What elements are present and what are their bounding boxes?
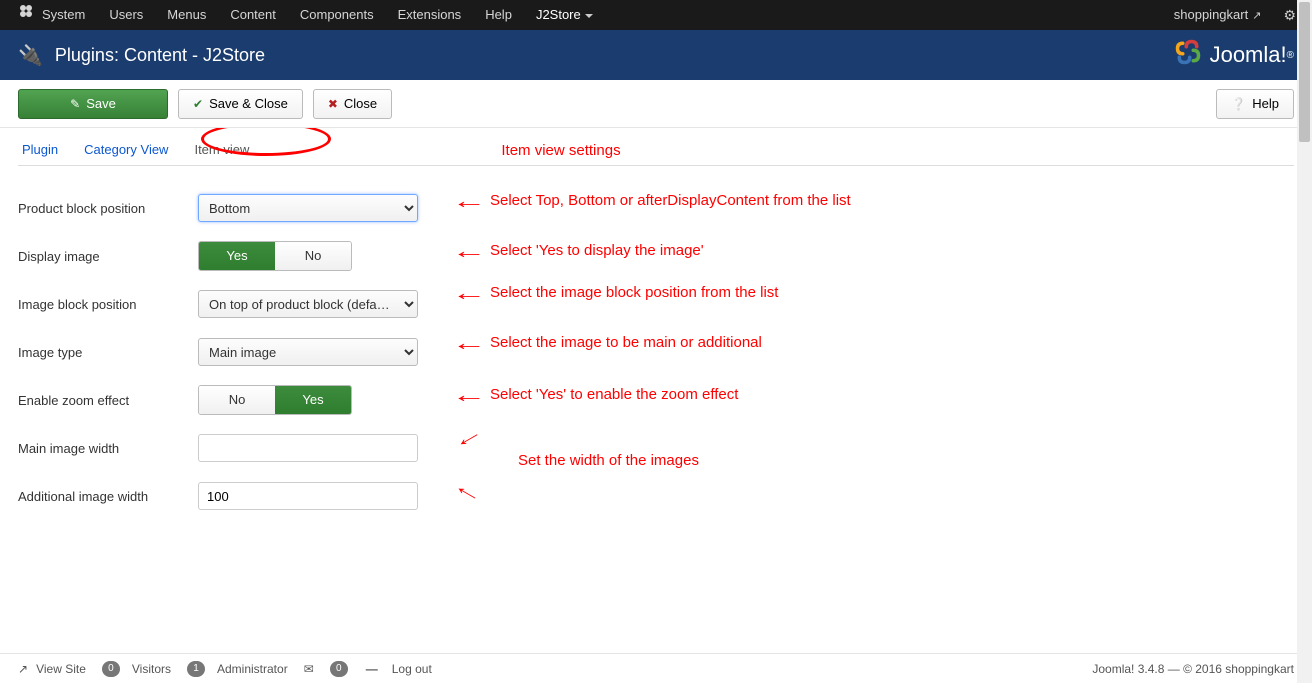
label-image-block-position: Image block position — [18, 297, 198, 312]
menu-menus[interactable]: Menus — [155, 0, 218, 30]
select-image-block-position[interactable]: On top of product block (defa… — [198, 290, 418, 318]
annotation-heading: Item view settings — [501, 142, 620, 165]
plug-icon: 🔌 — [18, 43, 43, 68]
annotation-text: Select the image block position from the… — [490, 284, 778, 301]
footer-info: Joomla! 3.4.8 — © 2016 shoppingkart — [1092, 662, 1294, 676]
menu-users[interactable]: Users — [97, 0, 155, 30]
tab-plugin[interactable]: Plugin — [18, 134, 62, 165]
label-enable-zoom: Enable zoom effect — [18, 393, 198, 408]
arrow-icon: ← — [451, 384, 486, 406]
external-link-icon: ↗ — [18, 662, 28, 676]
view-site-link[interactable]: View Site — [36, 662, 86, 676]
row-image-block-position: Image block position On top of product b… — [18, 280, 1294, 328]
menu-j2store[interactable]: J2Store — [524, 0, 605, 30]
visitors-count: 0 — [102, 661, 120, 677]
page-banner: 🔌 Plugins: Content - J2Store Joomla!® — [0, 30, 1312, 80]
row-enable-zoom: Enable zoom effect NoYes ←Select 'Yes' t… — [18, 376, 1294, 424]
row-display-image: Display image YesNo ←Select 'Yes to disp… — [18, 232, 1294, 280]
tab-category-view[interactable]: Category View — [80, 134, 172, 165]
label-additional-image-width: Additional image width — [18, 489, 198, 504]
tab-bar: Plugin Category View Item view Item view… — [18, 128, 1294, 166]
save-close-button[interactable]: ✔Save & Close — [178, 89, 303, 119]
check-icon: ✔ — [193, 97, 203, 111]
dash-icon: — — [366, 662, 378, 676]
joomla-menu-icon[interactable] — [6, 0, 30, 30]
check-icon: ✎ — [70, 97, 80, 111]
annotation-text: Select Top, Bottom or afterDisplayConten… — [490, 192, 851, 209]
toolbar: ✎Save ✔Save & Close ✖Close ❔Help — [0, 80, 1312, 128]
menu-system[interactable]: System — [30, 0, 97, 30]
toggle-yes[interactable]: Yes — [199, 242, 275, 270]
input-additional-image-width[interactable] — [198, 482, 418, 510]
row-product-block-position: Product block position Bottom ←Select To… — [18, 184, 1294, 232]
select-product-block-position[interactable]: Bottom — [198, 194, 418, 222]
annotation-text: Select 'Yes' to enable the zoom effect — [490, 386, 738, 403]
form: Product block position Bottom ←Select To… — [18, 166, 1294, 520]
menu-extensions[interactable]: Extensions — [386, 0, 474, 30]
close-button[interactable]: ✖Close — [313, 89, 392, 119]
arrow-icon: ← — [451, 282, 486, 304]
logout-link[interactable]: Log out — [392, 662, 432, 676]
admin-link[interactable]: Administrator — [217, 662, 288, 676]
menu-content[interactable]: Content — [218, 0, 288, 30]
arrow-icon: ← — [448, 474, 487, 510]
admin-menubar: System Users Menus Content Components Ex… — [0, 0, 1312, 30]
menu-components[interactable]: Components — [288, 0, 386, 30]
row-additional-image-width: Additional image width ← Set the width o… — [18, 472, 1294, 520]
select-image-type[interactable]: Main image — [198, 338, 418, 366]
row-image-type: Image type Main image ←Select the image … — [18, 328, 1294, 376]
mail-icon: ✉ — [304, 662, 314, 676]
page-title: Plugins: Content - J2Store — [55, 45, 1174, 66]
input-main-image-width[interactable] — [198, 434, 418, 462]
content-area: Plugin Category View Item view Item view… — [0, 128, 1312, 653]
messages-count: 0 — [330, 661, 348, 677]
help-icon: ❔ — [1231, 97, 1246, 111]
toggle-enable-zoom[interactable]: NoYes — [198, 385, 352, 415]
save-button[interactable]: ✎Save — [18, 89, 168, 119]
cancel-icon: ✖ — [328, 97, 338, 111]
menu-user-site[interactable]: shoppingkart↗ — [1162, 0, 1274, 31]
toggle-no[interactable]: No — [275, 242, 351, 270]
arrow-icon: ← — [451, 190, 486, 212]
toggle-display-image[interactable]: YesNo — [198, 241, 352, 271]
label-display-image: Display image — [18, 249, 198, 264]
joomla-logo: Joomla!® — [1174, 38, 1294, 72]
visitors-link[interactable]: Visitors — [132, 662, 171, 676]
toggle-no[interactable]: No — [199, 386, 275, 414]
browser-scrollbar[interactable] — [1297, 0, 1312, 683]
annotation-text: Select 'Yes to display the image' — [490, 242, 704, 259]
annotation-text: Set the width of the images — [518, 452, 699, 469]
status-bar: ↗ View Site 0 Visitors 1 Administrator ✉… — [0, 653, 1312, 683]
arrow-icon: ← — [448, 420, 487, 456]
joomla-logo-icon — [1174, 38, 1202, 72]
label-image-type: Image type — [18, 345, 198, 360]
label-product-block-position: Product block position — [18, 201, 198, 216]
menu-help[interactable]: Help — [473, 0, 524, 30]
arrow-icon: ← — [451, 332, 486, 354]
annotation-text: Select the image to be main or additiona… — [490, 334, 762, 351]
toggle-yes[interactable]: Yes — [275, 386, 351, 414]
help-button[interactable]: ❔Help — [1216, 89, 1294, 119]
external-link-icon: ↗ — [1252, 10, 1261, 22]
label-main-image-width: Main image width — [18, 441, 198, 456]
admin-count: 1 — [187, 661, 205, 677]
arrow-icon: ← — [451, 240, 486, 262]
chevron-down-icon — [585, 14, 593, 18]
